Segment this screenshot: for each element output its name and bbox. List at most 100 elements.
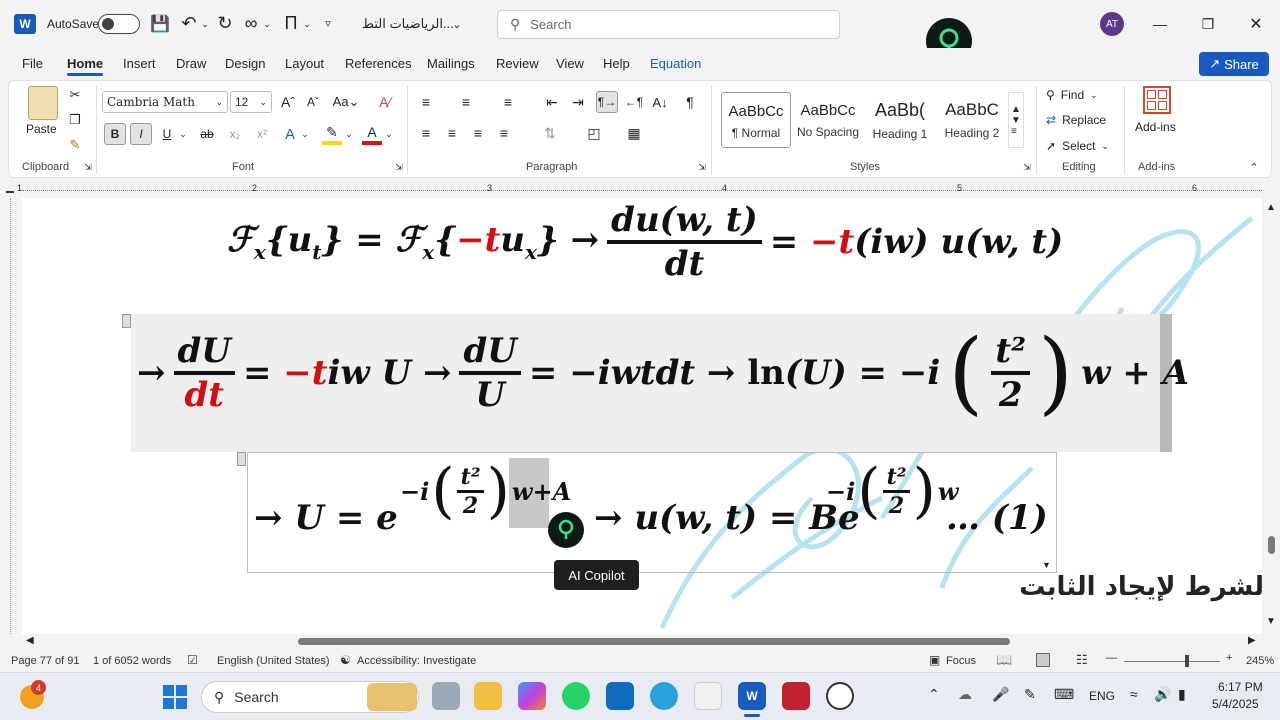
zoom-slider[interactable]: [1124, 661, 1220, 662]
undo-icon[interactable]: ↶: [178, 12, 200, 34]
tab-mailings[interactable]: Mailings: [427, 56, 475, 71]
tab-help[interactable]: Help: [603, 56, 630, 71]
change-case-icon[interactable]: Aa⌄: [331, 92, 361, 112]
start-windows-icon[interactable]: [163, 685, 187, 709]
customize-qat-icon[interactable]: ▿: [320, 12, 336, 34]
select-button[interactable]: ➚ Select ⌄: [1046, 137, 1126, 155]
word-taskbar-icon[interactable]: W: [738, 682, 766, 710]
scroll-up-icon[interactable]: ▲: [1266, 202, 1276, 213]
font-name-select[interactable]: Cambria Math ⌄: [102, 91, 228, 113]
app-icon[interactable]: [782, 682, 810, 710]
chevron-down-icon[interactable]: ⌄: [344, 127, 354, 141]
numbering-icon[interactable]: ≡: [456, 92, 476, 112]
chevron-down-icon[interactable]: ⌄: [262, 14, 272, 34]
line-spacing-icon[interactable]: ⇅: [540, 123, 560, 143]
focus-button[interactable]: Focus: [946, 655, 976, 667]
text-effects-icon[interactable]: A: [280, 123, 300, 145]
keyboard-icon[interactable]: ⌨: [1054, 686, 1074, 703]
decrease-indent-icon[interactable]: ⇤: [542, 92, 562, 112]
dialog-launcher-icon[interactable]: ⇲: [394, 162, 404, 172]
chatgpt-icon[interactable]: [826, 682, 854, 710]
redo-icon[interactable]: ↻: [214, 12, 236, 34]
align-center-icon[interactable]: ≡: [442, 123, 462, 143]
paste-label[interactable]: Paste: [26, 122, 57, 136]
vertical-scrollbar[interactable]: ▲ ▼: [1262, 198, 1280, 634]
sort-icon[interactable]: A↓: [650, 92, 670, 112]
autosave-toggle[interactable]: [98, 14, 140, 34]
volume-icon[interactable]: 🔊: [1154, 686, 1171, 703]
equation-1[interactable]: ℱx{ut} = ℱx{−tux} → du(w, t) dt = −t(iw) …: [227, 200, 1063, 284]
chevron-down-icon[interactable]: ▼: [1042, 560, 1054, 572]
focus-icon[interactable]: ▣: [929, 653, 940, 667]
close-icon[interactable]: ✕: [1244, 12, 1268, 36]
replace-button[interactable]: ⇄ Replace: [1046, 111, 1126, 129]
dialog-launcher-icon[interactable]: ⇲: [1022, 162, 1032, 172]
grow-font-icon[interactable]: Aˆ: [278, 92, 298, 112]
share-button[interactable]: ↗ Share: [1199, 52, 1269, 76]
outlook-icon[interactable]: [606, 682, 634, 710]
equation-handle-icon[interactable]: [122, 314, 131, 328]
dialog-launcher-icon[interactable]: ⇲: [83, 162, 93, 172]
dialog-launcher-icon[interactable]: ⇲: [697, 162, 707, 172]
format-painter-icon[interactable]: ✎: [66, 136, 84, 154]
find-button[interactable]: ⚲ Find ⌄: [1046, 86, 1126, 104]
strikethrough-button[interactable]: ab: [197, 123, 217, 145]
proofing-icon[interactable]: ☑: [187, 653, 198, 667]
style-heading-2[interactable]: AaBbC Heading 2: [937, 92, 1007, 148]
scroll-left-icon[interactable]: ◀: [26, 635, 34, 646]
scroll-right-icon[interactable]: ▶: [1248, 635, 1256, 646]
read-mode-icon[interactable]: 📖: [996, 652, 1012, 668]
task-view-icon[interactable]: [432, 682, 460, 710]
horizontal-scrollbar[interactable]: ◀ ▶: [22, 634, 1262, 648]
chevron-down-icon[interactable]: ⌄: [302, 14, 312, 34]
tab-layout[interactable]: Layout: [285, 56, 324, 71]
wifi-icon[interactable]: ≈: [1130, 686, 1138, 702]
collapse-ribbon-icon[interactable]: ⌃: [1246, 160, 1262, 174]
file-explorer-icon[interactable]: [474, 682, 502, 710]
underline-button[interactable]: U: [158, 123, 176, 145]
tab-insert[interactable]: Insert: [123, 56, 156, 71]
zoom-level[interactable]: 245%: [1246, 655, 1274, 667]
increase-indent-icon[interactable]: ⇥: [568, 92, 588, 112]
title-chevron-down-icon[interactable]: ⌄: [450, 14, 464, 34]
tab-file[interactable]: File: [22, 56, 43, 71]
tab-selector-icon[interactable]: [6, 187, 14, 193]
avatar[interactable]: AT: [1100, 12, 1124, 36]
styles-scroll-chevrons[interactable]: ▲ ▼ ≡: [1008, 92, 1024, 148]
zoom-out-icon[interactable]: —: [1106, 652, 1117, 664]
highlight-icon[interactable]: ✎: [322, 123, 342, 145]
multilevel-list-icon[interactable]: ≡: [498, 92, 518, 112]
tab-view[interactable]: View: [556, 56, 584, 71]
microsoft-store-icon[interactable]: [694, 682, 722, 710]
tab-review[interactable]: Review: [496, 56, 539, 71]
superscript-button[interactable]: x²: [252, 123, 272, 145]
paste-icon[interactable]: [28, 86, 58, 120]
language-status[interactable]: English (United States): [217, 655, 330, 667]
font-size-select[interactable]: 12 ⌄: [230, 91, 272, 113]
style-no-spacing[interactable]: AaBbCc No Spacing: [793, 92, 863, 148]
horizontal-scroll-thumb[interactable]: [298, 638, 1010, 645]
page-count[interactable]: Page 77 of 91: [11, 655, 80, 667]
minimize-icon[interactable]: —: [1148, 12, 1172, 36]
align-right-icon[interactable]: ≡: [468, 123, 488, 143]
search-highlight-image[interactable]: [367, 683, 417, 711]
ltr-direction-button[interactable]: ¶→: [596, 91, 618, 113]
subscript-button[interactable]: x₂: [225, 123, 245, 145]
bullets-icon[interactable]: ≡: [416, 92, 436, 112]
copilot-inline-icon[interactable]: [548, 512, 584, 548]
tab-references[interactable]: References: [345, 56, 411, 71]
tab-draw[interactable]: Draw: [176, 56, 206, 71]
add-ins-icon[interactable]: [1143, 86, 1171, 114]
clock-date[interactable]: 5/4/2025: [1212, 697, 1259, 711]
pi-icon[interactable]: Π: [280, 12, 302, 34]
microphone-icon[interactable]: 🎤: [992, 686, 1009, 703]
equation-2[interactable]: → dU dt = −tiw U → dU U = −iwtdt → ln(U) =…: [137, 320, 1189, 425]
zoom-slider-thumb[interactable]: [1185, 655, 1189, 667]
show-formatting-icon[interactable]: ¶: [680, 92, 700, 112]
accessibility-icon[interactable]: ☯: [340, 653, 351, 667]
shrink-font-icon[interactable]: Aˇ: [303, 92, 323, 112]
chevron-down-icon[interactable]: ⌄: [178, 127, 188, 141]
tab-home[interactable]: Home: [67, 56, 103, 71]
onedrive-icon[interactable]: ☁: [958, 686, 972, 703]
cut-icon[interactable]: ✂: [66, 86, 84, 104]
